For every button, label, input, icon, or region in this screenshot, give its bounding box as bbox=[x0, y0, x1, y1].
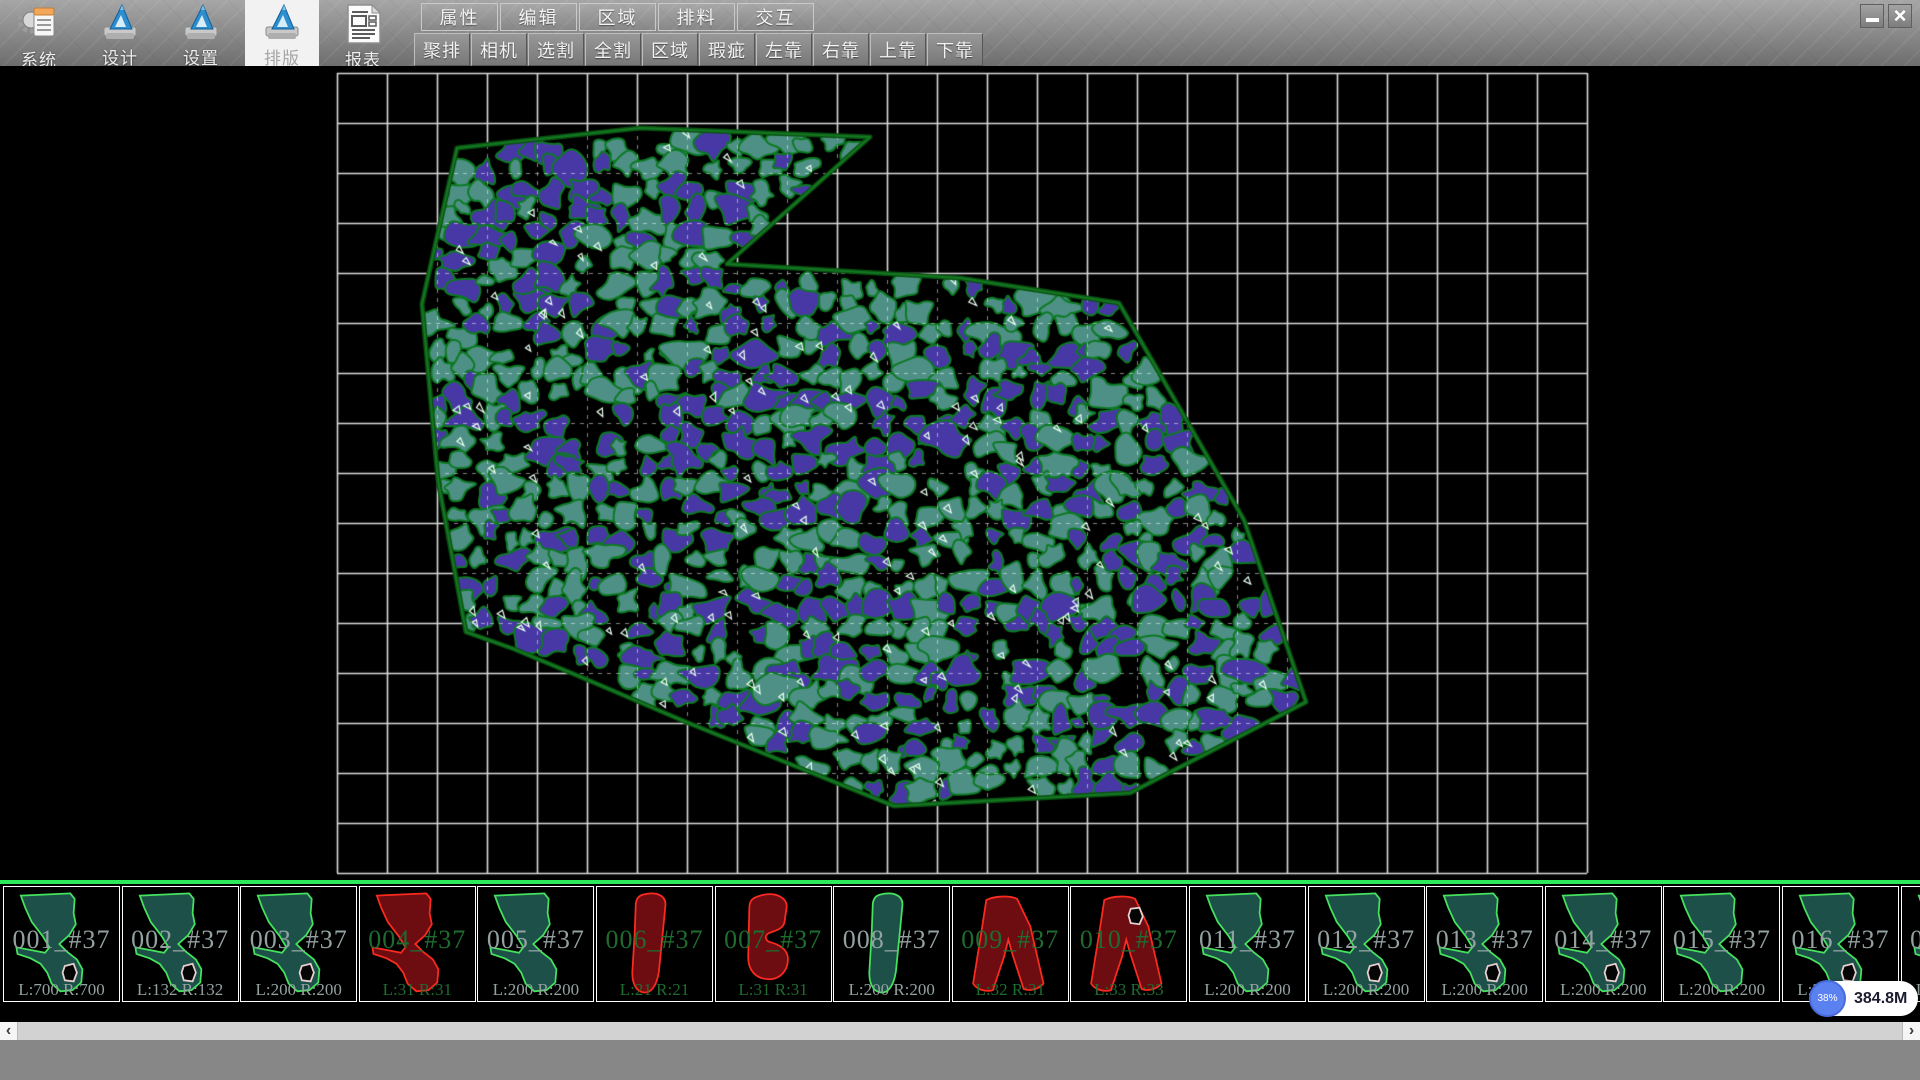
piece-thumbnail-001_#37[interactable]: 001_#37 L:700 R:700 bbox=[3, 886, 120, 1002]
piece-thumbnail-strip: 001_#37L:700 R:700002_#37L:132 R:132003_… bbox=[0, 884, 1920, 1004]
memory-value: 384.8M bbox=[1854, 990, 1907, 1008]
piece-thumbnail-014_#37[interactable]: 014_#37 L:200 R:200 bbox=[1545, 886, 1662, 1002]
tool-button-相机[interactable]: 相机 bbox=[471, 33, 527, 66]
piece-thumbnail-015_#37[interactable]: 015_#37 L:200 R:200 bbox=[1663, 886, 1780, 1002]
piece-lr-label: L:200 R:200 bbox=[1309, 980, 1424, 1000]
piece-lr-label: L:200 R:200 bbox=[1190, 980, 1305, 1000]
piece-lr-label: L:200 R:200 bbox=[478, 980, 593, 1000]
piece-id-label: 001_#37 bbox=[4, 925, 119, 955]
app-button-设置[interactable]: 设置 bbox=[164, 0, 238, 66]
app-button-系统[interactable]: 系统 bbox=[2, 0, 76, 66]
tool-button-全割[interactable]: 全割 bbox=[585, 33, 641, 66]
menu-tab-区域[interactable]: 区域 bbox=[579, 3, 656, 31]
piece-lr-label: L:200 R:200 bbox=[1427, 980, 1542, 1000]
piece-thumbnail-007_#37[interactable]: 007_#37 L:31 R:31 bbox=[715, 886, 832, 1002]
minimize-button[interactable] bbox=[1860, 4, 1884, 28]
piece-thumbnail-003_#37[interactable]: 003_#37 L:200 R:200 bbox=[240, 886, 357, 1002]
tool-button-上靠[interactable]: 上靠 bbox=[870, 33, 926, 66]
menu-tab-排料[interactable]: 排料 bbox=[658, 3, 735, 31]
piece-id-label: 008_#37 bbox=[834, 925, 949, 955]
menu-tab-属性[interactable]: 属性 bbox=[421, 3, 498, 31]
tool-button-右靠[interactable]: 右靠 bbox=[813, 33, 869, 66]
memory-status-pill: 38% 384.8M bbox=[1812, 981, 1918, 1016]
piece-lr-label: L:132 R:132 bbox=[123, 980, 238, 1000]
report-icon bbox=[340, 3, 386, 45]
piece-id-label: 017_#37 bbox=[1902, 925, 1920, 955]
piece-thumbnail-002_#37[interactable]: 002_#37 L:132 R:132 bbox=[122, 886, 239, 1002]
piece-id-label: 016_#37 bbox=[1783, 925, 1898, 955]
titlebar: 系统设计设置排版报表 属性编辑区域排料交互 聚排相机选割全割区域瑕疵左靠右靠上靠… bbox=[0, 0, 1920, 66]
nesting-workspace-canvas[interactable] bbox=[0, 66, 1920, 880]
piece-lr-label: L:200 R:200 bbox=[834, 980, 949, 1000]
piece-lr-label: L:21 R:21 bbox=[597, 980, 712, 1000]
window-controls: × bbox=[1860, 4, 1912, 28]
piece-id-label: 013_#37 bbox=[1427, 925, 1542, 955]
tool-button-row: 聚排相机选割全割区域瑕疵左靠右靠上靠下靠 bbox=[414, 33, 983, 66]
piece-lr-label: L:700 R:700 bbox=[4, 980, 119, 1000]
piece-thumbnail-005_#37[interactable]: 005_#37 L:200 R:200 bbox=[477, 886, 594, 1002]
piece-id-label: 010_#37 bbox=[1071, 925, 1186, 955]
piece-lr-label: L:200 R:200 bbox=[1664, 980, 1779, 1000]
tool-button-聚排[interactable]: 聚排 bbox=[414, 33, 470, 66]
piece-id-label: 011_#37 bbox=[1190, 925, 1305, 955]
ruler-icon bbox=[178, 3, 224, 43]
ruler-icon bbox=[97, 3, 143, 43]
piece-lr-label: L:33 R:33 bbox=[1071, 980, 1186, 1000]
piece-id-label: 007_#37 bbox=[716, 925, 831, 955]
piece-lr-label: L:31 R:31 bbox=[716, 980, 831, 1000]
app-button-label: 排版 bbox=[264, 44, 300, 66]
app-button-label: 设置 bbox=[183, 44, 219, 66]
app-button-label: 设计 bbox=[102, 44, 138, 66]
piece-lr-label: L:200 R:200 bbox=[1546, 980, 1661, 1000]
piece-lr-label: L:32 R:31 bbox=[953, 980, 1068, 1000]
main-app-buttons: 系统 设计 设置 排版 报表 bbox=[2, 0, 400, 66]
piece-id-label: 006_#37 bbox=[597, 925, 712, 955]
piece-lr-label: L:31 R:31 bbox=[360, 980, 475, 1000]
tool-button-左靠[interactable]: 左靠 bbox=[756, 33, 812, 66]
piece-thumbnail-012_#37[interactable]: 012_#37 L:200 R:200 bbox=[1308, 886, 1425, 1002]
app-button-label: 系统 bbox=[21, 46, 57, 66]
piece-id-label: 004_#37 bbox=[360, 925, 475, 955]
piece-id-label: 014_#37 bbox=[1546, 925, 1661, 955]
piece-thumbnail-006_#37[interactable]: 006_#37 L:21 R:21 bbox=[596, 886, 713, 1002]
menu-tab-row: 属性编辑区域排料交互 bbox=[421, 3, 814, 31]
piece-id-label: 015_#37 bbox=[1664, 925, 1779, 955]
ruler-icon bbox=[259, 3, 305, 43]
piece-thumbnail-004_#37[interactable]: 004_#37 L:31 R:31 bbox=[359, 886, 476, 1002]
piece-thumbnail-013_#37[interactable]: 013_#37 L:200 R:200 bbox=[1426, 886, 1543, 1002]
scroll-right-button[interactable]: › bbox=[1902, 1022, 1920, 1040]
tool-button-瑕疵[interactable]: 瑕疵 bbox=[699, 33, 755, 66]
piece-id-label: 012_#37 bbox=[1309, 925, 1424, 955]
piece-thumbnail-011_#37[interactable]: 011_#37 L:200 R:200 bbox=[1189, 886, 1306, 1002]
piece-thumbnail-009_#37[interactable]: 009_#37 L:32 R:31 bbox=[952, 886, 1069, 1002]
tool-button-下靠[interactable]: 下靠 bbox=[927, 33, 983, 66]
app-button-排版[interactable]: 排版 bbox=[245, 0, 319, 66]
app-button-报表[interactable]: 报表 bbox=[326, 0, 400, 66]
piece-id-label: 002_#37 bbox=[123, 925, 238, 955]
nesting-app-window: 系统设计设置排版报表 属性编辑区域排料交互 聚排相机选割全割区域瑕疵左靠右靠上靠… bbox=[0, 0, 1920, 1080]
horizontal-scrollbar[interactable]: ‹ › bbox=[0, 1022, 1920, 1040]
piece-id-label: 009_#37 bbox=[953, 925, 1068, 955]
menu-tab-编辑[interactable]: 编辑 bbox=[500, 3, 577, 31]
minimize-icon bbox=[1866, 18, 1879, 22]
scroll-left-button[interactable]: ‹ bbox=[0, 1022, 18, 1040]
piece-id-label: 005_#37 bbox=[478, 925, 593, 955]
tool-button-区域[interactable]: 区域 bbox=[642, 33, 698, 66]
piece-id-label: 003_#37 bbox=[241, 925, 356, 955]
progress-percent-badge: 38% bbox=[1809, 980, 1846, 1017]
piece-thumbnail-010_#37[interactable]: 010_#37 L:33 R:33 bbox=[1070, 886, 1187, 1002]
system-gear-icon bbox=[16, 3, 62, 45]
app-button-label: 报表 bbox=[345, 46, 381, 66]
footer-bar bbox=[0, 1040, 1920, 1080]
tool-button-选割[interactable]: 选割 bbox=[528, 33, 584, 66]
piece-lr-label: L:200 R:200 bbox=[241, 980, 356, 1000]
piece-thumbnail-008_#37[interactable]: 008_#37 L:200 R:200 bbox=[833, 886, 950, 1002]
close-button[interactable]: × bbox=[1888, 4, 1912, 28]
app-button-设计[interactable]: 设计 bbox=[83, 0, 157, 66]
menu-tab-交互[interactable]: 交互 bbox=[737, 3, 814, 31]
